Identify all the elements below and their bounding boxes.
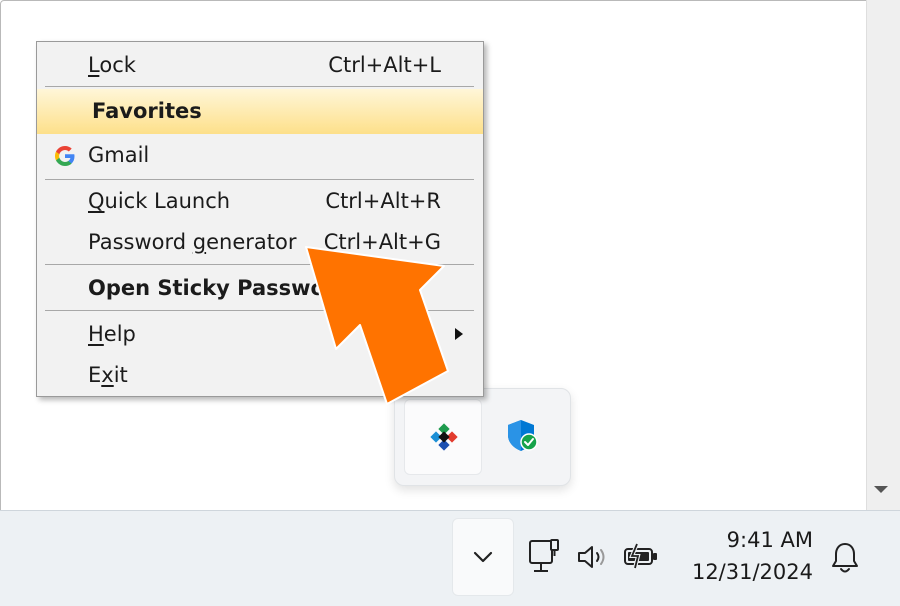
menu-item-help-label: Help [88,322,136,346]
menu-item-password-generator[interactable]: Password generator Ctrl+Alt+G [37,225,483,261]
menu-item-quick-launch[interactable]: Quick Launch Ctrl+Alt+R [37,184,483,220]
menu-item-lock-shortcut: Ctrl+Alt+L [328,53,441,77]
menu-item-lock[interactable]: Lock Ctrl+Alt+L [37,48,483,84]
vertical-scrollbar[interactable] [866,0,900,510]
battery-charging-icon[interactable] [622,543,660,569]
menu-item-open-sticky-password[interactable]: Open Sticky Password [37,271,483,307]
menu-item-exit-label: Exit [88,363,128,387]
menu-separator [45,310,474,311]
sticky-password-icon [430,423,458,451]
volume-icon[interactable] [576,543,610,571]
menu-item-quick-launch-label: Quick Launch [88,189,231,213]
menu-item-password-generator-shortcut: Ctrl+Alt+G [323,230,441,254]
menu-item-gmail-label: Gmail [88,143,150,167]
taskbar [0,510,900,606]
scroll-down-arrow-icon[interactable] [874,486,888,493]
menu-item-open-sticky-password-label: Open Sticky Password [88,276,351,300]
sticky-password-tray-button[interactable] [404,399,482,475]
bell-icon[interactable] [830,541,860,575]
clock-date[interactable]: 12/31/2024 [673,560,813,584]
menu-item-quick-launch-shortcut: Ctrl+Alt+R [325,189,441,213]
menu-item-exit[interactable]: Exit [37,358,483,394]
menu-separator [45,86,474,87]
menu-item-gmail[interactable]: Gmail [37,138,483,174]
favorites-label: Favorites [92,99,202,123]
network-icon[interactable] [527,538,561,574]
submenu-arrow-icon [455,328,463,340]
menu-item-password-generator-label: Password generator [88,230,297,254]
show-hidden-icons-button[interactable] [452,518,514,596]
clock-time[interactable]: 9:41 AM [673,528,813,552]
menu-item-lock-label: Lock [88,53,136,77]
menu-header-favorites: Favorites [37,89,483,134]
menu-separator [45,264,474,265]
context-menu: Lock Ctrl+Alt+L Favorites Gmail Quick La… [36,41,484,397]
menu-item-help[interactable]: Help [37,317,483,353]
menu-separator [45,179,474,180]
chevron-down-icon [473,551,493,563]
windows-security-icon[interactable] [505,418,541,454]
google-g-icon [55,146,75,166]
